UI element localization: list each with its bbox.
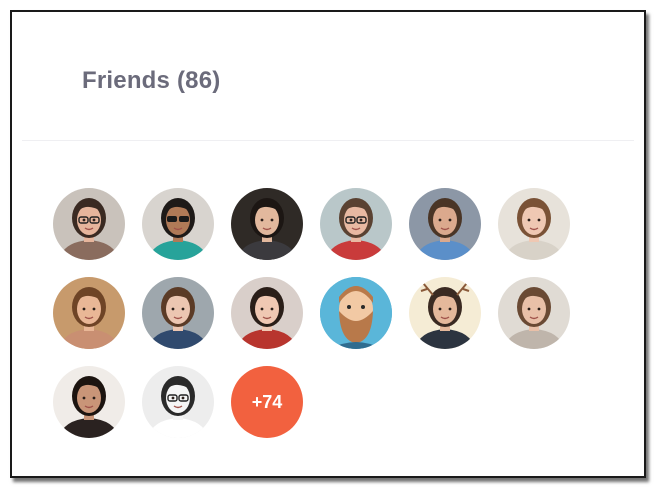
friend-avatar-1[interactable] bbox=[53, 188, 125, 260]
friend-avatar-5[interactable] bbox=[409, 188, 481, 260]
friend-avatar-8[interactable] bbox=[142, 277, 214, 349]
card-header: Friends (86) bbox=[22, 12, 634, 141]
friend-avatar-4[interactable] bbox=[320, 188, 392, 260]
friend-avatar-10[interactable] bbox=[320, 277, 392, 349]
card-title: Friends (86) bbox=[82, 67, 221, 94]
friend-avatar-12[interactable] bbox=[498, 277, 570, 349]
friend-avatar-2[interactable] bbox=[142, 188, 214, 260]
friends-card: Friends (86) +74 bbox=[10, 10, 646, 478]
friend-avatar-11[interactable] bbox=[409, 277, 481, 349]
friend-avatar-9[interactable] bbox=[231, 277, 303, 349]
friend-avatar-13[interactable] bbox=[53, 366, 125, 438]
friend-avatar-3[interactable] bbox=[231, 188, 303, 260]
friend-avatar-6[interactable] bbox=[498, 188, 570, 260]
friend-avatar-7[interactable] bbox=[53, 277, 125, 349]
friend-avatar-14[interactable] bbox=[142, 366, 214, 438]
more-friends-button[interactable]: +74 bbox=[231, 366, 303, 438]
